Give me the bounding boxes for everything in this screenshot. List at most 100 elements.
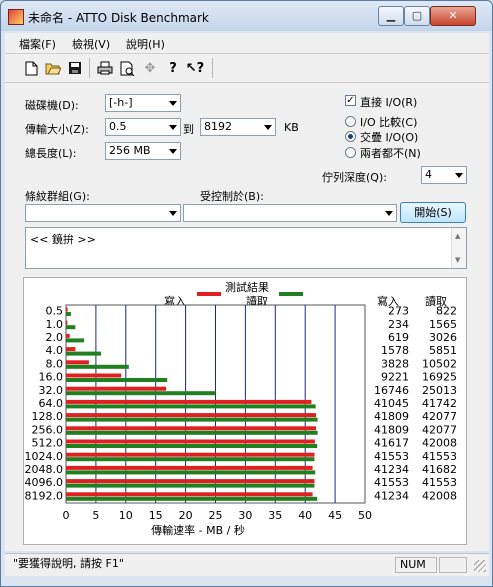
write-value: 619 [388,331,409,344]
chevron-down-icon [264,125,272,130]
to-label: 到 [183,123,194,136]
read-value: 42008 [422,489,457,502]
menu-view[interactable]: 檢視(V) [72,36,110,52]
x-tick-label: 5 [92,509,99,522]
read-bar [66,364,129,369]
write-value: 41234 [374,463,409,476]
menu-bar: 檔案(F) 檢視(V) 說明(H) [5,33,489,54]
notes-textarea[interactable]: << 鏡拚 >> ▲ ▼ [25,227,467,269]
kb-label: KB [284,121,299,134]
status-empty-panel [439,557,467,573]
neither-label: 兩者都不(N) [360,147,421,160]
transfer-to-select[interactable]: 8192 [200,118,276,136]
status-help-text: "要獲得說明, 請按 F1" [13,557,124,570]
write-value: 41553 [374,450,409,463]
write-value: 234 [388,318,409,331]
read-value: 10502 [422,357,457,370]
x-tick-label: 40 [298,509,312,522]
y-tick-label: 32.0 [39,384,64,397]
read-value: 3026 [429,331,457,344]
x-tick-label: 30 [238,509,252,522]
read-value: 16925 [422,371,457,384]
legend-read-swatch [279,292,303,296]
menu-help[interactable]: 說明(H) [126,36,165,52]
print-preview-icon[interactable] [119,60,135,76]
transfer-to-value: 8192 [204,120,232,133]
overlapped-io-radio[interactable] [345,131,356,142]
window-title: 未命名 - ATTO Disk Benchmark [28,11,209,25]
read-bar [66,430,318,435]
read-value: 41742 [422,397,457,410]
transfer-size-label: 傳輸大小(Z): [25,123,89,136]
start-button[interactable]: 開始(S) [400,202,466,223]
total-length-select[interactable]: 256 MB [105,142,181,160]
open-icon[interactable] [45,60,61,76]
write-value: 3828 [381,357,409,370]
write-value: 41617 [374,437,409,450]
y-tick-label: 4.0 [46,344,64,357]
close-button[interactable]: ✕ [430,6,476,26]
read-value: 41553 [422,476,457,489]
neither-radio[interactable] [345,147,356,158]
read-value: 25013 [422,384,457,397]
read-bar [66,391,216,396]
write-value: 41234 [374,489,409,502]
notes-scrollbar[interactable]: ▲ ▼ [451,228,466,268]
y-tick-label: 512.0 [32,437,64,450]
status-bar: "要獲得說明, 請按 F1" NUM [5,553,489,576]
x-tick-label: 50 [358,509,372,522]
chevron-down-icon [169,125,177,130]
move-icon[interactable]: ✥ [142,60,158,76]
x-tick-label: 45 [328,509,342,522]
scroll-up-icon[interactable]: ▲ [455,232,460,240]
print-icon[interactable] [97,60,113,76]
y-tick-label: 64.0 [39,397,64,410]
io-compare-radio[interactable] [345,116,356,127]
x-tick-label: 0 [63,509,70,522]
resize-grip-icon[interactable] [474,560,486,572]
context-help-icon[interactable]: ↖? [186,60,204,76]
menu-file[interactable]: 檔案(F) [19,36,56,52]
read-value: 41682 [422,463,457,476]
minimize-button[interactable]: ▁ [378,6,404,26]
chevron-down-icon [385,211,393,216]
chevron-down-icon [455,173,463,178]
write-bar [66,386,167,391]
write-bar [66,307,68,312]
write-bar [66,439,315,444]
app-icon [8,9,24,25]
queue-depth-value: 4 [425,168,432,181]
new-icon[interactable] [23,60,39,76]
total-length-label: 總長度(L): [25,147,77,160]
pattern-select[interactable] [25,204,181,222]
x-tick-label: 35 [268,509,282,522]
maximize-button[interactable]: ▢ [404,6,430,26]
help-icon[interactable]: ? [165,60,181,76]
write-bar [66,413,317,418]
read-value: 42008 [422,437,457,450]
main-window: 未命名 - ATTO Disk Benchmark ▁ ▢ ✕ 檔案(F) 檢視… [0,0,493,587]
read-value: 822 [436,305,457,318]
chevron-down-icon [169,211,177,216]
write-bar [66,333,70,338]
read-bar [66,378,168,382]
read-bar [66,457,315,462]
results-panel: 測試結果 寫入 讀取 寫入 讀取 0 5 10 15 20 25 30 35 40 45 50 0.5… [23,277,467,545]
write-bar [66,373,122,378]
save-icon[interactable] [67,60,83,76]
controlled-by-select[interactable] [183,204,397,222]
y-tick-label: 2048.0 [25,463,64,476]
scroll-down-icon[interactable]: ▼ [455,256,460,264]
queue-depth-select[interactable]: 4 [421,166,467,184]
write-value: 41045 [374,397,409,410]
read-value: 42077 [422,410,457,423]
title-bar[interactable]: 未命名 - ATTO Disk Benchmark ▁ ▢ ✕ [1,1,492,31]
results-chart: 測試結果 寫入 讀取 寫入 讀取 0 5 10 15 20 25 30 35 40 45 500.5… [25,280,458,537]
y-tick-label: 4096.0 [25,476,64,489]
direct-io-checkbox[interactable]: ✓ [345,95,356,106]
direct-io-label: 直接 I/O(R) [360,96,418,109]
transfer-from-value: 0.5 [109,120,127,133]
transfer-from-select[interactable]: 0.5 [105,118,181,136]
controlled-by-label: 受控制於(B): [200,190,264,203]
drive-select[interactable]: [-h-] [105,94,181,112]
